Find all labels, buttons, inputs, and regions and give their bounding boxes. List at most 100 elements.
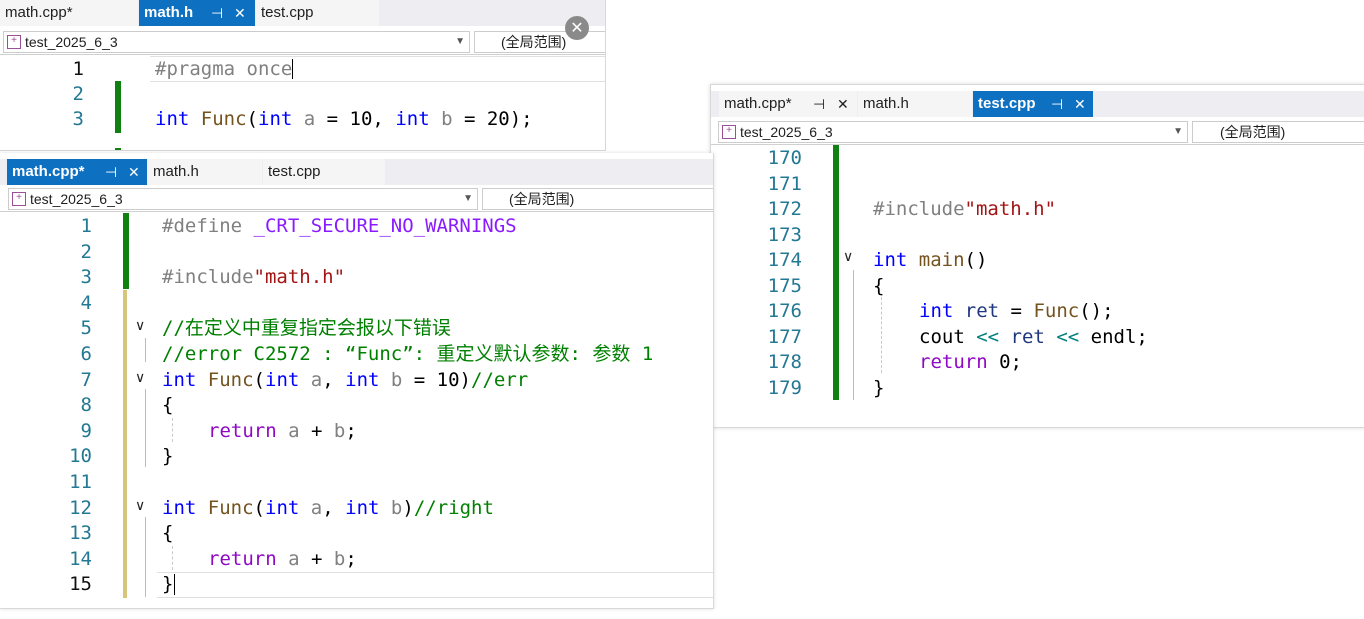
project-icon: + <box>722 125 736 139</box>
text-caret <box>292 59 293 79</box>
line-number: 178 <box>767 351 802 373</box>
chevron-down-icon: ▼ <box>463 193 473 204</box>
code-line: 2 <box>7 239 713 265</box>
tab-math-cpp[interactable]: math.cpp* ⊣ ✕ <box>719 91 857 117</box>
line-number: 179 <box>767 376 802 399</box>
code-line: 9 return a + b; <box>7 418 713 444</box>
code-text: { <box>162 394 174 417</box>
pin-icon[interactable]: ⊣ <box>211 0 223 26</box>
code-line: 174 int main() <box>743 247 1364 273</box>
code-line: 15 } <box>7 571 713 597</box>
editor-window-math-h: math.cpp* math.h ⊣ ✕ test.cpp + test_202… <box>0 0 606 151</box>
code-text: return a + b; <box>208 419 357 442</box>
tab-math-h[interactable]: math.h <box>148 159 262 185</box>
pin-icon[interactable]: ⊣ <box>813 91 825 117</box>
code-text: } <box>162 445 174 468</box>
code-editor[interactable]: 1 #pragma once 2 3 int Func(int a = 10, … <box>0 56 605 150</box>
line-number: 170 <box>767 147 802 169</box>
code-line: 170 <box>743 145 1364 171</box>
line-number: 13 <box>69 522 92 545</box>
code-line: 5 //在定义中重复指定会报以下错误 <box>7 315 713 341</box>
code-text: int Func(int a = 10, int b = 20); <box>155 108 533 130</box>
pin-icon[interactable]: ⊣ <box>1051 91 1063 117</box>
tab-bar: math.cpp* ⊣ ✕ math.h test.cpp <box>0 159 713 185</box>
code-text: cout << ret << endl; <box>919 325 1148 348</box>
line-number: 176 <box>767 300 802 322</box>
line-number: 15 <box>69 573 92 596</box>
line-number: 6 <box>80 343 92 365</box>
close-icon[interactable]: ✕ <box>128 159 140 185</box>
code-line: 1 #pragma once <box>0 56 605 82</box>
chevron-down-icon: ▼ <box>1173 126 1183 137</box>
code-line: 173 <box>743 222 1364 248</box>
line-number: 2 <box>80 240 92 263</box>
code-line: 14 return a + b; <box>7 546 713 572</box>
code-text: int Func(int a, int b = 10)//err <box>162 368 529 391</box>
code-editor[interactable]: ∨ 170 171 172 #include"math.h" 173 174 i… <box>743 145 1364 427</box>
line-number: 172 <box>767 198 802 220</box>
project-dropdown[interactable]: + test_2025_6_3 ▼ <box>8 188 478 210</box>
code-text: #include"math.h" <box>162 266 346 289</box>
tab-label: math.h <box>144 4 194 21</box>
code-text: { <box>873 274 885 297</box>
line-number: 10 <box>69 445 92 468</box>
code-text: #include"math.h" <box>873 198 1057 220</box>
code-line: 3 #include"math.h" <box>7 264 713 290</box>
project-name: test_2025_6_3 <box>740 124 833 140</box>
project-icon: + <box>7 35 21 49</box>
code-text: } <box>162 573 174 596</box>
code-text: //在定义中重复指定会报以下错误 <box>162 317 451 340</box>
code-line: 176 int ret = Func(); <box>743 298 1364 324</box>
line-number: 174 <box>767 249 802 271</box>
line-number: 171 <box>767 172 802 195</box>
line-number: 2 <box>72 83 84 105</box>
scope-dropdown[interactable]: (全局范围) <box>1192 121 1364 143</box>
line-number: 177 <box>767 325 802 348</box>
code-text: } <box>873 376 885 399</box>
scope-dropdown[interactable]: (全局范围) <box>482 188 713 210</box>
code-line: 179 } <box>743 375 1364 401</box>
code-editor[interactable]: ∨ ∨ ∨ 1 #define _CRT_SECURE_NO_WARNINGS … <box>7 213 713 608</box>
line-number: 173 <box>767 223 802 246</box>
tab-math-cpp[interactable]: math.cpp* ⊣ ✕ <box>7 159 147 185</box>
project-dropdown[interactable]: + test_2025_6_3 ▼ <box>718 121 1188 143</box>
code-text: #define _CRT_SECURE_NO_WARNINGS <box>162 215 517 237</box>
code-text: int Func(int a, int b)//right <box>162 496 494 519</box>
code-text: { <box>162 522 174 545</box>
tab-test-cpp[interactable]: test.cpp ⊣ ✕ <box>973 91 1093 117</box>
code-line: 8 { <box>7 392 713 418</box>
project-dropdown[interactable]: + test_2025_6_3 ▼ <box>3 31 470 53</box>
code-text: return 0; <box>919 351 1022 373</box>
code-text: int ret = Func(); <box>919 300 1114 322</box>
close-icon[interactable]: ✕ <box>234 0 246 26</box>
tab-test-cpp[interactable]: test.cpp <box>263 159 385 185</box>
code-line: 1 #define _CRT_SECURE_NO_WARNINGS <box>7 213 713 239</box>
project-name: test_2025_6_3 <box>25 34 118 50</box>
code-line: 12 int Func(int a, int b)//right <box>7 495 713 521</box>
code-text: //error C2572 : “Func”: 重定义默认参数: 参数 1 <box>162 343 654 365</box>
line-number: 12 <box>69 496 92 519</box>
line-number: 9 <box>80 419 92 442</box>
line-number: 7 <box>80 368 92 391</box>
line-number: 4 <box>80 291 92 314</box>
editor-window-test-cpp: math.cpp* ⊣ ✕ math.h test.cpp ⊣ ✕ + test… <box>710 84 1364 428</box>
navigation-bar: + test_2025_6_3 ▼ (全局范围) <box>0 186 713 212</box>
close-icon[interactable]: ✕ <box>565 16 589 40</box>
close-icon[interactable]: ✕ <box>837 91 849 117</box>
project-name: test_2025_6_3 <box>30 191 123 207</box>
line-number: 3 <box>80 266 92 289</box>
tab-math-h[interactable]: math.h <box>858 91 972 117</box>
line-number: 1 <box>72 58 84 80</box>
code-line: 7 int Func(int a, int b = 10)//err <box>7 367 713 393</box>
tab-math-cpp[interactable]: math.cpp* <box>0 0 138 26</box>
close-icon[interactable]: ✕ <box>1074 91 1086 117</box>
navigation-bar: + test_2025_6_3 ▼ (全局范围) <box>711 119 1364 145</box>
code-line: 171 <box>743 171 1364 197</box>
pin-icon[interactable]: ⊣ <box>105 159 117 185</box>
navigation-bar: + test_2025_6_3 ▼ (全局范围) <box>0 29 605 55</box>
tab-test-cpp[interactable]: test.cpp <box>256 0 379 26</box>
tab-math-h[interactable]: math.h ⊣ ✕ <box>139 0 255 26</box>
code-line: 13 { <box>7 520 713 546</box>
line-number: 1 <box>80 215 92 237</box>
code-text: int main() <box>873 249 988 271</box>
